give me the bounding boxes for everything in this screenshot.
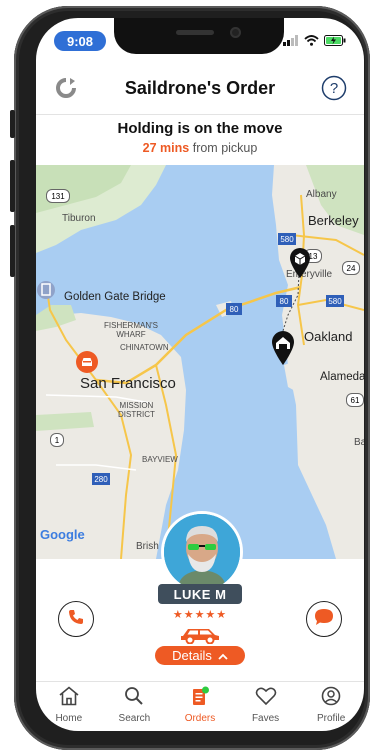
route-shield: 1 bbox=[50, 433, 64, 447]
map-label-berkeley: Berkeley bbox=[308, 213, 359, 228]
trip-status: Holding is on the move 27 mins from pick… bbox=[36, 120, 364, 155]
page-title: Saildrone's Order bbox=[124, 78, 276, 98]
route-shield: 131 bbox=[46, 189, 70, 203]
route-shield: 580 bbox=[278, 233, 296, 245]
map-label-san-francisco: San Francisco bbox=[80, 375, 176, 392]
phone-side-button bbox=[10, 225, 15, 277]
map-label-bayview: BAYVIEW bbox=[142, 455, 178, 464]
tab-orders[interactable]: Orders bbox=[167, 682, 233, 731]
map-label-albany: Albany bbox=[306, 189, 337, 200]
tab-home[interactable]: Home bbox=[36, 682, 102, 731]
map-label-golden-gate: Golden Gate Bridge bbox=[64, 291, 166, 303]
tab-faves-label: Faves bbox=[251, 713, 280, 724]
tab-faves[interactable]: Faves bbox=[233, 682, 299, 731]
orders-icon bbox=[190, 686, 210, 711]
tab-home-label: Home bbox=[55, 713, 83, 724]
box-pin-icon bbox=[290, 248, 310, 278]
route-shield: 80 bbox=[276, 295, 292, 307]
tab-search[interactable]: Search bbox=[102, 682, 168, 731]
route-shield: 24 bbox=[342, 261, 360, 275]
header-divider bbox=[36, 114, 364, 115]
help-icon[interactable]: ? bbox=[320, 74, 348, 102]
notch-camera bbox=[230, 27, 241, 38]
route-shield: 61 bbox=[346, 393, 364, 407]
map-label-fishermans-wharf: FISHERMAN'S WHARF bbox=[104, 321, 158, 339]
driver-avatar[interactable] bbox=[161, 511, 243, 593]
car-icon bbox=[82, 358, 92, 366]
map-label-tiburon: Tiburon bbox=[62, 213, 96, 224]
tab-orders-label: Orders bbox=[184, 713, 216, 724]
warehouse-marker[interactable] bbox=[270, 330, 296, 366]
details-button-label: Details bbox=[172, 648, 212, 663]
map[interactable]: Albany Tiburon Berkeley Emeryville Golde… bbox=[36, 165, 364, 559]
notch bbox=[114, 18, 284, 54]
warehouse-pin-icon bbox=[272, 331, 294, 365]
details-button[interactable]: Details bbox=[155, 646, 245, 665]
chat-icon bbox=[314, 608, 334, 631]
tab-profile[interactable]: Profile bbox=[298, 682, 364, 731]
wifi-icon bbox=[304, 33, 319, 51]
battery-icon bbox=[324, 33, 346, 51]
chevron-up-icon bbox=[218, 648, 228, 663]
svg-text:?: ? bbox=[330, 80, 338, 97]
eta-suffix: from pickup bbox=[192, 141, 258, 155]
route-shield: 80 bbox=[226, 303, 242, 315]
package-marker[interactable] bbox=[288, 247, 312, 279]
phone-side-button bbox=[10, 160, 15, 212]
signal-icon bbox=[283, 33, 299, 51]
eta-value: 27 mins bbox=[142, 141, 190, 155]
tab-search-label: Search bbox=[118, 713, 151, 724]
map-label-alameda: Alameda bbox=[320, 371, 364, 383]
status-icons bbox=[283, 33, 346, 51]
map-label-brisbane: Brish bbox=[136, 541, 159, 552]
trip-status-headline: Holding is on the move bbox=[117, 120, 283, 137]
status-time: 9:08 bbox=[54, 31, 106, 51]
tab-profile-label: Profile bbox=[316, 713, 346, 724]
header: Saildrone's Order ? bbox=[36, 62, 364, 114]
heart-icon bbox=[255, 686, 277, 711]
call-driver-button[interactable] bbox=[58, 601, 94, 637]
phone-icon bbox=[68, 609, 84, 630]
map-label-mission: MISSION DISTRICT bbox=[118, 401, 155, 419]
trip-status-eta-line: 27 mins from pickup bbox=[36, 141, 364, 155]
message-driver-button[interactable] bbox=[306, 601, 342, 637]
map-label-oakland: Oakland bbox=[304, 329, 353, 344]
route-shield: 580 bbox=[326, 295, 344, 307]
profile-icon bbox=[321, 686, 341, 711]
map-label-ba: Ba bbox=[354, 437, 364, 448]
driver-name: LUKE M bbox=[158, 584, 242, 604]
car-location-marker[interactable] bbox=[76, 351, 98, 373]
home-icon bbox=[58, 686, 80, 711]
map-label-chinatown: CHINATOWN bbox=[120, 343, 169, 352]
route-shield: 280 bbox=[92, 473, 110, 485]
car-icon bbox=[179, 624, 221, 645]
search-icon bbox=[124, 686, 144, 711]
google-logo: Google bbox=[40, 527, 85, 542]
phone-side-button bbox=[10, 110, 15, 138]
notch-speaker bbox=[176, 30, 214, 35]
tab-bar: Home Search Orders Faves Profile bbox=[36, 682, 364, 731]
phone-screen: 9:08 Saildrone's Order ? Holding is on t… bbox=[36, 18, 364, 731]
